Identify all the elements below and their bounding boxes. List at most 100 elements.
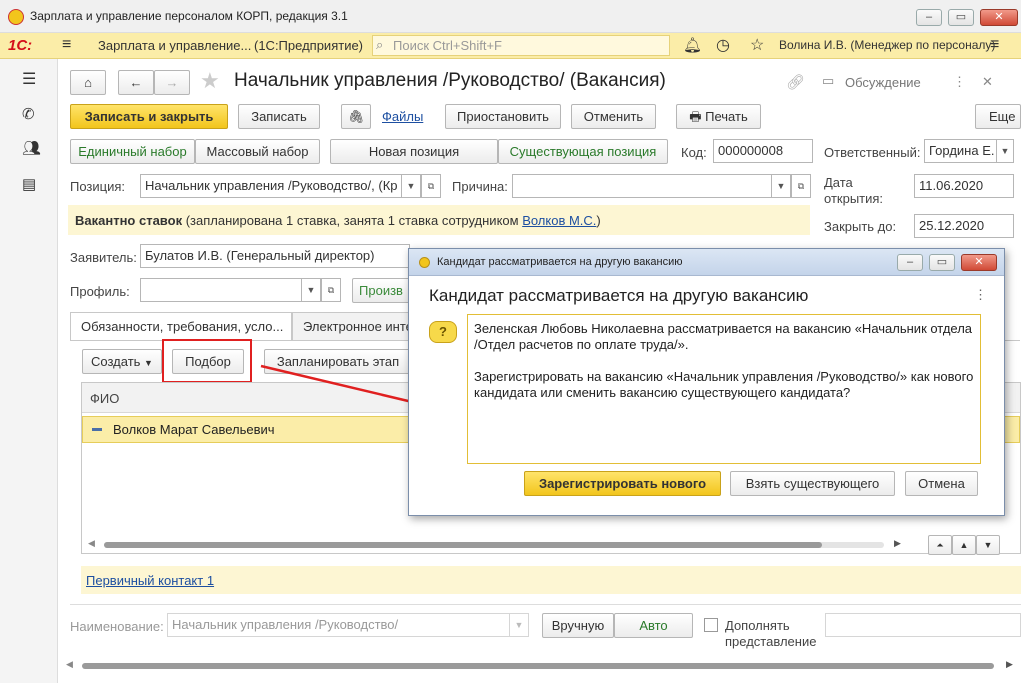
reason-field[interactable] bbox=[512, 174, 772, 198]
code-label: Код: bbox=[681, 145, 707, 160]
dialog-close-button[interactable]: ✕ bbox=[961, 254, 997, 271]
manual-toggle[interactable]: Вручную bbox=[542, 613, 614, 638]
sidebar-menu-icon[interactable]: ☰ bbox=[22, 69, 36, 89]
dialog-maximize-button[interactable]: ▭ bbox=[929, 254, 955, 271]
single-hiring-toggle[interactable]: Единичный набор bbox=[70, 139, 195, 164]
column-fio: ФИО bbox=[90, 391, 120, 406]
vacancy-employee-link[interactable]: Волков М.С. bbox=[522, 213, 596, 228]
main-horizontal-scrollbar[interactable] bbox=[82, 663, 994, 669]
discussion-button[interactable]: Обсуждение bbox=[845, 75, 921, 90]
existing-position-toggle[interactable]: Существующая позиция bbox=[498, 139, 668, 164]
link-icon[interactable]: 🔗︎ bbox=[786, 73, 805, 91]
name-field[interactable]: Начальник управления /Руководство/ bbox=[167, 613, 510, 637]
horizontal-scrollbar-thumb[interactable] bbox=[104, 542, 822, 548]
reason-open-icon[interactable]: ⧉ bbox=[791, 174, 811, 198]
move-up-icon[interactable]: ▲ bbox=[952, 535, 976, 555]
move-down-icon[interactable]: ▼ bbox=[976, 535, 1000, 555]
user-name[interactable]: Волина И.В. (Менеджер по персоналу) bbox=[779, 38, 995, 52]
tab-electronic[interactable]: Электронное инте bbox=[292, 312, 410, 340]
maximize-button[interactable]: ▭ bbox=[948, 9, 974, 26]
first-contact-link[interactable]: Первичный контакт 1 bbox=[86, 573, 214, 588]
favorite-star-icon[interactable]: ★ bbox=[200, 68, 220, 94]
create-button[interactable]: Создать ▼ bbox=[82, 349, 162, 374]
print-button[interactable]: 🖶︎ Печать bbox=[676, 104, 761, 129]
search-input[interactable]: ⌕ Поиск Ctrl+Shift+F bbox=[372, 35, 670, 56]
dialog-message-line2: Зарегистрировать на вакансию «Начальник … bbox=[474, 369, 974, 400]
star-icon[interactable]: ☆ bbox=[750, 35, 764, 55]
responsible-dropdown-icon[interactable]: ▼ bbox=[996, 139, 1014, 163]
position-dropdown-icon[interactable]: ▼ bbox=[401, 174, 421, 198]
profile-dropdown-icon[interactable]: ▼ bbox=[301, 278, 321, 302]
position-open-icon[interactable]: ⧉ bbox=[421, 174, 441, 198]
dialog-heading: Кандидат рассматривается на другую вакан… bbox=[429, 286, 809, 305]
home-button[interactable]: ⌂ bbox=[70, 70, 106, 95]
page-title: Начальник управления /Руководство/ (Вака… bbox=[234, 70, 666, 91]
dialog-minimize-button[interactable]: ‒ bbox=[897, 254, 923, 271]
back-button[interactable]: ← bbox=[118, 70, 154, 95]
forward-button[interactable]: → bbox=[154, 70, 190, 95]
app-icon bbox=[8, 9, 24, 25]
row-fio: Волков Марат Савельевич bbox=[113, 422, 275, 437]
reason-label: Причина: bbox=[452, 179, 508, 194]
move-top-icon[interactable]: ⏶ bbox=[928, 535, 952, 555]
save-and-close-button[interactable]: Записать и закрыть bbox=[70, 104, 228, 129]
dialog-message-box: Зеленская Любовь Николаевна рассматривае… bbox=[467, 314, 981, 464]
question-icon: ? bbox=[429, 321, 457, 343]
profile-open-icon[interactable]: ⧉ bbox=[321, 278, 341, 302]
close-form-icon[interactable]: ✕ bbox=[982, 74, 993, 90]
files-link[interactable]: Файлы bbox=[382, 109, 423, 124]
settings-menu-icon[interactable]: ≡ bbox=[990, 36, 999, 54]
close-window-button[interactable]: ✕ bbox=[980, 9, 1018, 26]
auto-toggle[interactable]: Авто bbox=[614, 613, 693, 638]
menu-icon[interactable]: ≡ bbox=[62, 36, 71, 54]
sidebar-card-icon[interactable]: ▤ bbox=[22, 175, 36, 193]
vacancy-info-text: Вакантно ставок (запланирована 1 ставка,… bbox=[75, 213, 601, 228]
bell-icon[interactable]: 🔔︎ bbox=[683, 36, 702, 54]
save-button[interactable]: Записать bbox=[238, 104, 320, 129]
dialog-window-title: Кандидат рассматривается на другую вакан… bbox=[437, 256, 683, 268]
applicant-label: Заявитель: bbox=[70, 250, 137, 265]
history-icon[interactable]: ◷ bbox=[716, 35, 730, 55]
name-dropdown-icon[interactable]: ▼ bbox=[509, 613, 529, 637]
profile-field[interactable] bbox=[140, 278, 322, 302]
register-new-button[interactable]: Зарегистрировать нового bbox=[524, 471, 721, 496]
app-header: 1С: ≡ Зарплата и управление... (1С:Предп… bbox=[0, 33, 1021, 59]
name-label: Наименование: bbox=[70, 619, 164, 634]
complement-checkbox[interactable] bbox=[704, 618, 718, 632]
representation-field[interactable] bbox=[825, 613, 1021, 637]
dialog-more-icon[interactable]: ⋮ bbox=[974, 287, 987, 303]
sidebar-phone-icon[interactable]: ✆ bbox=[22, 105, 35, 123]
new-position-toggle[interactable]: Новая позиция bbox=[330, 139, 498, 164]
first-contact-bar bbox=[81, 566, 1021, 594]
take-existing-button[interactable]: Взять существующего bbox=[730, 471, 895, 496]
responsible-field[interactable]: Гордина Е. bbox=[924, 139, 998, 163]
complement-label: Дополнять bbox=[725, 618, 790, 633]
main-scroll-left-icon[interactable]: ◀ bbox=[66, 659, 73, 670]
applicant-field[interactable]: Булатов И.В. (Генеральный директор) bbox=[140, 244, 410, 268]
close-date-field[interactable]: 25.12.2020 bbox=[914, 214, 1014, 238]
suspend-button[interactable]: Приостановить bbox=[445, 104, 561, 129]
main-scroll-right-icon[interactable]: ▶ bbox=[1006, 659, 1013, 670]
window-title: Зарплата и управление персоналом КОРП, р… bbox=[30, 9, 348, 23]
scroll-left-icon[interactable]: ◀ bbox=[88, 538, 95, 549]
sidebar-users-icon[interactable]: 👥︎ bbox=[22, 139, 41, 157]
open-date-field[interactable]: 11.06.2020 bbox=[914, 174, 1014, 198]
row-marker-icon bbox=[92, 428, 102, 431]
position-field[interactable]: Начальник управления /Руководство/, (Кр bbox=[140, 174, 402, 198]
code-field[interactable]: 000000008 bbox=[713, 139, 813, 163]
tab-duties[interactable]: Обязанности, требования, усло... bbox=[70, 312, 292, 340]
discussion-icon[interactable]: ▭ bbox=[822, 73, 834, 89]
minimize-button[interactable]: ‒ bbox=[916, 9, 942, 26]
dialog-cancel-button[interactable]: Отмена bbox=[905, 471, 978, 496]
profile-action-button[interactable]: Произв bbox=[352, 278, 410, 303]
attach-icon[interactable]: 🖇︎ bbox=[341, 104, 371, 129]
more-menu-icon[interactable]: ⋮ bbox=[953, 74, 966, 90]
reason-dropdown-icon[interactable]: ▼ bbox=[771, 174, 791, 198]
more-button[interactable]: Еще bbox=[975, 104, 1021, 129]
mass-hiring-toggle[interactable]: Массовый набор bbox=[195, 139, 320, 164]
scroll-right-icon[interactable]: ▶ bbox=[894, 538, 901, 549]
candidate-dialog: Кандидат рассматривается на другую вакан… bbox=[408, 248, 1005, 516]
cancel-vacancy-button[interactable]: Отменить bbox=[571, 104, 656, 129]
dialog-app-icon bbox=[419, 257, 430, 268]
app-name[interactable]: Зарплата и управление... bbox=[98, 38, 251, 53]
